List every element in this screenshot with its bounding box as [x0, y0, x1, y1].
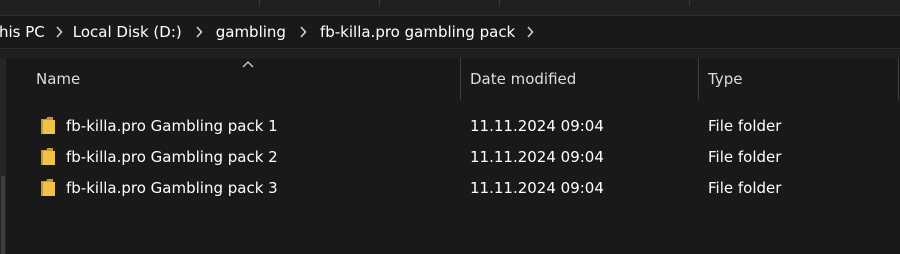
file-row[interactable]: fb-killa.pro Gambling pack 1 11.11.2024 … [6, 110, 900, 141]
chevron-right-icon[interactable] [182, 16, 216, 48]
column-header-label: Date modified [470, 70, 577, 88]
breadcrumb-local-disk[interactable]: Local Disk (D:) [73, 16, 182, 48]
column-header-row: Name Date modified Type [6, 58, 900, 100]
column-header-label: Name [36, 70, 81, 88]
chevron-right-icon[interactable] [515, 16, 545, 48]
top-strip-segment [140, 0, 260, 6]
file-date-modified: 11.11.2024 09:04 [470, 178, 604, 197]
scrollbar-thumb[interactable] [1, 176, 5, 254]
column-header-label: Type [708, 70, 743, 88]
file-date-modified: 11.11.2024 09:04 [470, 116, 604, 135]
breadcrumb-label: Local Disk (D:) [72, 23, 182, 41]
breadcrumb-label: fb-killa.pro gambling pack [319, 23, 516, 41]
file-name: fb-killa.pro Gambling pack 3 [66, 178, 278, 197]
breadcrumb-label: his PC [0, 23, 45, 41]
file-date-modified: 11.11.2024 09:04 [470, 147, 604, 166]
column-divider[interactable] [698, 58, 699, 100]
top-strip [0, 0, 900, 15]
address-bar[interactable]: his PC Local Disk (D:) gambling fb-killa… [0, 15, 900, 49]
chevron-right-icon[interactable] [45, 16, 73, 48]
column-header-type[interactable]: Type [708, 58, 898, 100]
file-type: File folder [708, 147, 782, 166]
column-header-date-modified[interactable]: Date modified [470, 58, 698, 100]
column-divider[interactable] [898, 58, 899, 100]
file-name: fb-killa.pro Gambling pack 1 [66, 116, 278, 135]
pane-separator [0, 50, 900, 58]
file-name: fb-killa.pro Gambling pack 2 [66, 147, 278, 166]
top-strip-segment [260, 0, 380, 6]
folder-icon [41, 117, 55, 134]
column-header-name[interactable]: Name [36, 58, 460, 100]
breadcrumb-gambling[interactable]: gambling [216, 16, 286, 48]
chevron-right-icon[interactable] [286, 16, 320, 48]
file-type: File folder [708, 178, 782, 197]
column-divider[interactable] [460, 58, 461, 100]
top-strip-segment [500, 0, 690, 6]
folder-icon [41, 179, 55, 196]
top-strip-segment [380, 0, 500, 6]
breadcrumb-label: gambling [215, 23, 286, 41]
file-type: File folder [708, 116, 782, 135]
breadcrumb-this-pc[interactable]: his PC [0, 16, 45, 48]
file-row[interactable]: fb-killa.pro Gambling pack 2 11.11.2024 … [6, 141, 900, 172]
folder-icon [41, 148, 55, 165]
breadcrumb-fb-killa-pack[interactable]: fb-killa.pro gambling pack [320, 16, 515, 48]
file-row[interactable]: fb-killa.pro Gambling pack 3 11.11.2024 … [6, 172, 900, 203]
